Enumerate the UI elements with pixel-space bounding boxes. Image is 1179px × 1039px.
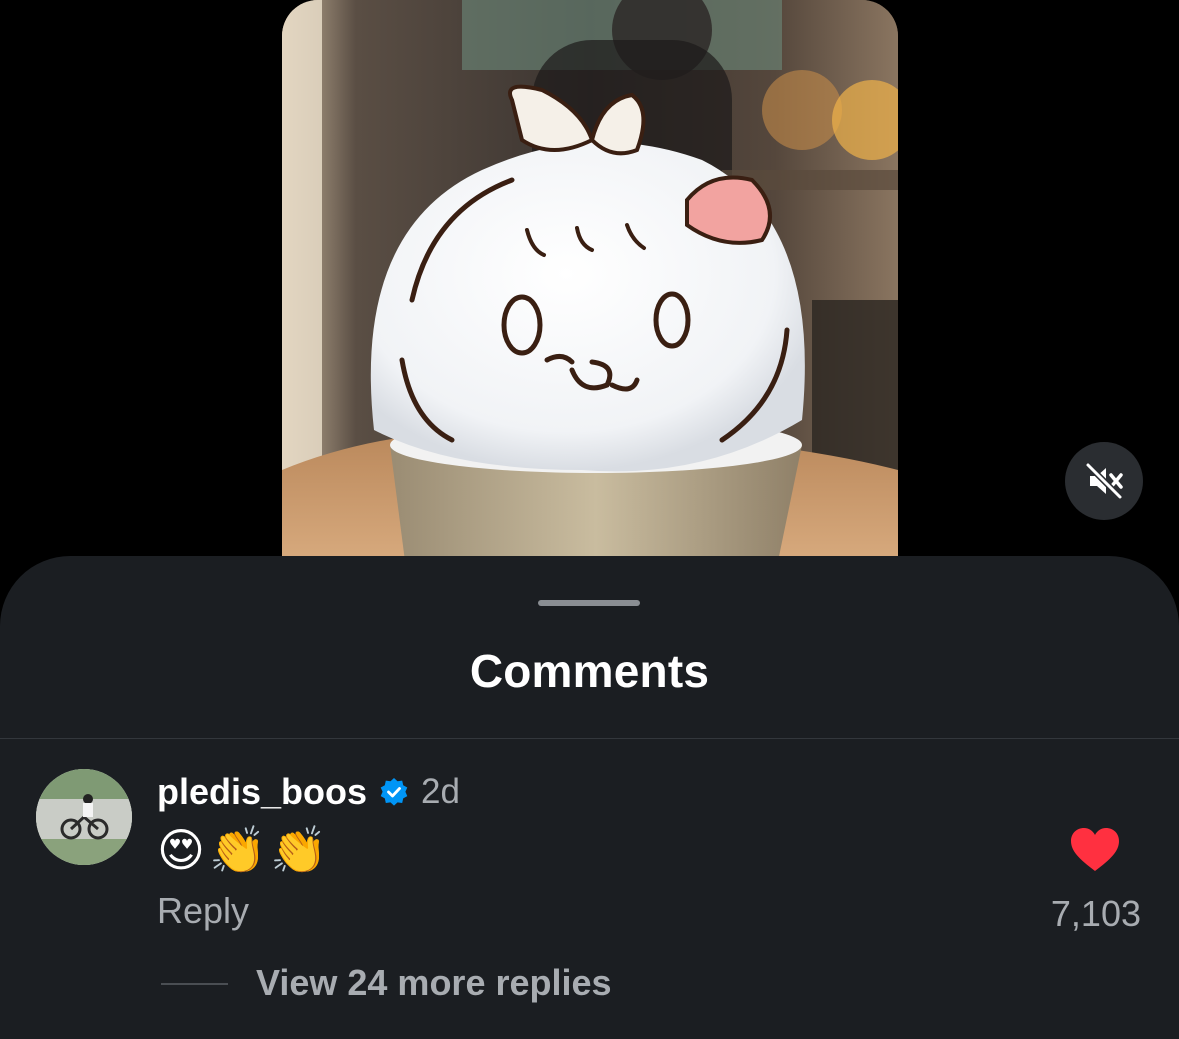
verified-badge-icon [380, 778, 408, 806]
comment-timestamp: 2d [421, 772, 460, 811]
comment-username[interactable]: pledis_boos [157, 771, 367, 813]
avatar-image [36, 769, 132, 865]
reels-comments-screen: Comments pledis_boos 2d 😍👏� [0, 0, 1179, 1039]
heart-filled-icon[interactable] [1069, 826, 1121, 874]
like-count: 7,103 [1050, 893, 1141, 934]
mute-button[interactable] [1065, 442, 1143, 520]
reply-button[interactable]: Reply [157, 890, 249, 932]
replies-divider-line [161, 983, 228, 985]
view-more-replies-button[interactable]: View 24 more replies [256, 962, 612, 1004]
sheet-divider [0, 738, 1179, 739]
sheet-drag-handle[interactable] [538, 600, 640, 606]
comments-sheet: Comments pledis_boos 2d 😍👏� [0, 556, 1179, 1039]
speaker-muted-icon [1085, 462, 1123, 500]
ice-cream-image [282, 0, 898, 600]
comment-body: 😍👏👏 [157, 824, 332, 876]
sheet-title: Comments [469, 645, 710, 697]
video-preview[interactable] [282, 0, 898, 600]
avatar[interactable] [36, 769, 132, 865]
comment-header: pledis_boos 2d [157, 770, 460, 814]
